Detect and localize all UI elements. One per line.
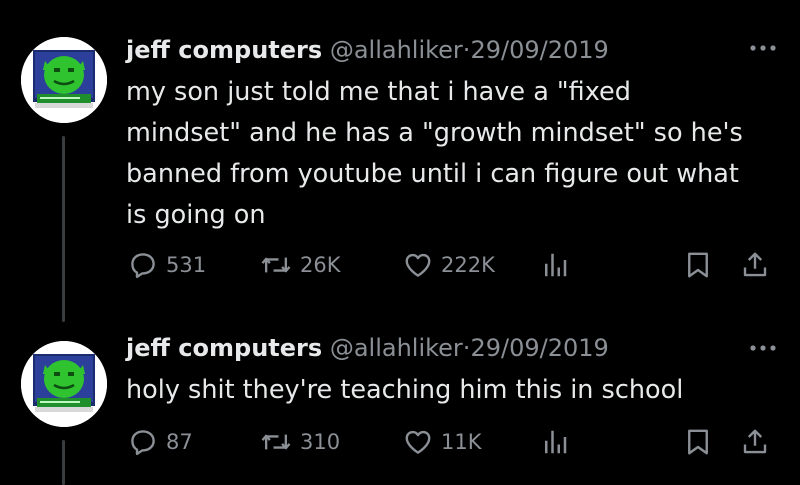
share-button[interactable]: [740, 250, 770, 280]
repost-count: 26K: [300, 253, 341, 277]
like-button[interactable]: 222K: [403, 250, 495, 280]
avatar-image: [21, 341, 107, 427]
repost-icon: [261, 434, 291, 450]
reply-button[interactable]: 87: [128, 427, 193, 457]
tweet[interactable]: jeff computers @allahliker·29/09/2019 ho…: [0, 318, 800, 485]
views-icon: [545, 253, 567, 277]
bookmark-button[interactable]: [684, 250, 712, 280]
bookmark-icon: [688, 252, 708, 278]
repost-button[interactable]: 26K: [260, 250, 341, 280]
more-icon: [750, 45, 776, 51]
share-icon: [743, 252, 767, 277]
repost-count: 310: [300, 430, 341, 454]
author-handle[interactable]: @allahliker: [330, 36, 463, 64]
share-icon: [743, 429, 767, 454]
reply-count: 87: [166, 430, 193, 454]
heart-icon: [405, 430, 431, 454]
repost-icon: [261, 257, 291, 273]
tweet-text: holy shit they're teaching him this in s…: [126, 375, 684, 405]
heart-icon: [405, 253, 431, 277]
views-icon: [545, 430, 567, 454]
bookmark-icon: [688, 429, 708, 455]
more-options-button[interactable]: [748, 38, 778, 58]
thread-line: [62, 136, 65, 322]
bookmark-button[interactable]: [684, 427, 712, 457]
tweet-date[interactable]: 29/09/2019: [470, 36, 608, 64]
avatar[interactable]: [21, 341, 107, 427]
avatar-image: [21, 37, 107, 123]
like-count: 11K: [441, 430, 482, 454]
reply-icon: [131, 430, 155, 456]
reply-icon: [131, 253, 155, 279]
reply-count: 531: [166, 253, 207, 277]
more-options-button[interactable]: [748, 338, 778, 358]
author-name[interactable]: jeff computers: [126, 36, 322, 64]
like-count: 222K: [441, 253, 495, 277]
tweet-header: jeff computers @allahliker·29/09/2019: [126, 333, 609, 363]
avatar[interactable]: [21, 37, 107, 123]
tweet-text: my son just told me that i have a "fixed…: [126, 77, 743, 230]
author-name[interactable]: jeff computers: [126, 334, 322, 362]
share-button[interactable]: [740, 427, 770, 457]
tweet-header: jeff computers @allahliker·29/09/2019: [126, 35, 609, 65]
more-icon: [750, 345, 776, 351]
tweet-date[interactable]: 29/09/2019: [470, 334, 608, 362]
author-handle[interactable]: @allahliker: [330, 334, 463, 362]
views-button[interactable]: [540, 427, 570, 457]
reply-button[interactable]: 531: [128, 250, 206, 280]
like-button[interactable]: 11K: [403, 427, 482, 457]
thread-line: [62, 440, 65, 485]
tweet[interactable]: jeff computers @allahliker·29/09/2019 my…: [0, 0, 800, 322]
repost-button[interactable]: 310: [260, 427, 340, 457]
views-button[interactable]: [540, 250, 570, 280]
